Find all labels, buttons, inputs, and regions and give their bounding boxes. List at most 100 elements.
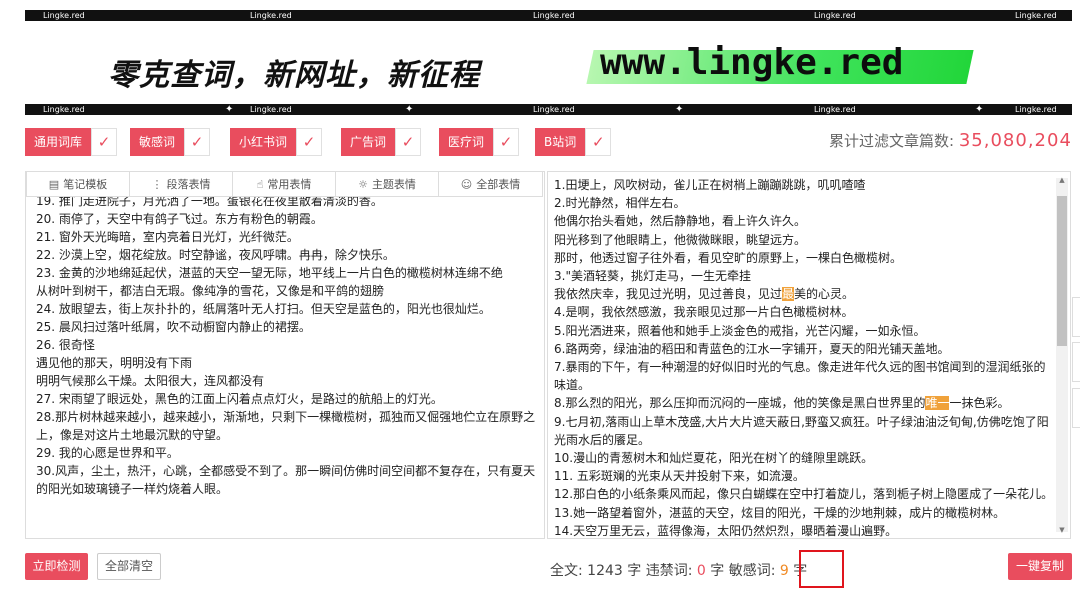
tag-label: B站词 [535, 128, 586, 156]
banner-url: www.lingke.red [586, 40, 974, 90]
banned-label: 违禁词: [645, 563, 693, 579]
side-tab[interactable] [1072, 297, 1080, 337]
plus-icon: ✦ [975, 104, 984, 115]
check-icon[interactable]: ✓ [91, 128, 118, 156]
unit-label: 字 [627, 563, 642, 579]
input-line: 22. 沙漠上空，烟花绽放。时空静谧，夜风呼啸。冉冉，除夕快乐。 [36, 248, 395, 262]
palette-icon: ☼ [358, 177, 368, 191]
note-template-button[interactable]: ▤ 笔记模板 [26, 172, 130, 197]
tag-xiaohongshu[interactable]: 小红书词 ✓ [230, 128, 323, 156]
result-line-text: 11. 五彩斑斓的光束从天井投射下来，如流漫。 [554, 469, 805, 484]
tag-label: 敏感词 [130, 128, 185, 156]
word-stats: 全文: 1243 字 违禁词: 0 字 敏感词: 9 字 [550, 560, 807, 580]
result-line: 1.田埂上，风吹树动，雀儿正在树梢上蹦蹦跳跳，叽叽喳喳 [554, 176, 1054, 194]
result-line-text: 4.是啊，我依然感激，我亲眼见过那一片白色橄榄树林。 [554, 305, 854, 320]
scrollbar-thumb[interactable] [1057, 196, 1067, 346]
check-icon[interactable]: ✓ [585, 128, 612, 156]
tag-general[interactable]: 通用词库 ✓ [25, 128, 118, 156]
strip-label: Lingke.red [43, 105, 85, 114]
result-line: 10.漫山的青葱树木和灿烂夏花，阳光在树丫的缝隙里跳跃。 [554, 449, 1054, 467]
input-line: 明明气候那么干燥。太阳很大，连风都没有 [36, 374, 265, 388]
clear-all-button[interactable]: 全部清空 [97, 553, 161, 580]
result-line: 7.暴雨的下午，有一种潮湿的好似旧时光的气息。像走进年代久远的图书馆闻到的湿润纸… [554, 358, 1054, 394]
strip-label: Lingke.red [814, 11, 856, 20]
tag-ad[interactable]: 广告词 ✓ [341, 128, 422, 156]
banner-top-strip: Lingke.red Lingke.red Lingke.red Lingke.… [25, 10, 1072, 21]
tag-sensitive[interactable]: 敏感词 ✓ [130, 128, 211, 156]
check-icon[interactable]: ✓ [296, 128, 323, 156]
result-line-text: 那时，他透过窗子往外看，看见空旷的原野上，一棵白色橄榄树。 [554, 250, 903, 265]
notebook-icon: ▤ [48, 177, 60, 191]
input-textarea[interactable]: 19. 推门走进院子，月光洒了一地。蛋银花在夜里散着清淡的香。 20. 雨停了，天… [25, 171, 545, 539]
all-emoji-button[interactable]: ☺ 全部表情 [438, 172, 543, 197]
result-line: 14.天空万里无云，蓝得像海，太阳仍然炽烈，曝晒着漫山遍野。 [554, 522, 1054, 538]
result-line-text: 美的心灵。 [794, 287, 855, 302]
toolbar-label: 段落表情 [166, 178, 211, 191]
sensitive-word-highlight[interactable]: 唯一 [925, 396, 950, 411]
input-line: 23. 金黄的沙地绵延起伏，湛蓝的天空一望无际，地平线上一片白色的橄榄树林连绵不… [36, 266, 503, 280]
tag-medical[interactable]: 医疗词 ✓ [439, 128, 520, 156]
sensitive-word-highlight[interactable]: 最 [782, 287, 795, 302]
input-line: 26. 很奇怪 [36, 338, 95, 352]
result-text: 1.田埂上，风吹树动，雀儿正在树梢上蹦蹦跳跳，叽叽喳喳 2.时光静然，相伴左右。他… [554, 176, 1054, 538]
input-line: 29. 我的心愿是世界和平。 [36, 446, 179, 460]
check-icon[interactable]: ✓ [184, 128, 211, 156]
result-line: 6.路两旁，绿油油的稻田和青蓝色的江水一字铺开，夏天的阳光铺天盖地。 [554, 340, 1054, 358]
side-tab[interactable] [1072, 388, 1080, 428]
strip-label: Lingke.red [43, 11, 85, 20]
toolbar-label: 常用表情 [267, 178, 312, 191]
toolbar-label: 全部表情 [476, 178, 521, 191]
counter-value: 35,080,204 [958, 130, 1072, 151]
common-emoji-button[interactable]: ☝ 常用表情 [232, 172, 336, 197]
check-icon[interactable]: ✓ [395, 128, 422, 156]
result-line: 9.七月初,落雨山上草木茂盛,大片大片遮天蔽日,野蛮又疯狂。叶子绿油油泛旬甸,仿… [554, 413, 1054, 449]
result-line-text: 12.那白色的小纸条乘风而起，像只白蝴蝶在空中打着旋儿，落到栀子树上隐匿成了一朵… [554, 487, 1054, 502]
input-line: 24. 放眼望去，街上灰扑扑的，纸屑落叶无人打扫。但天空是蓝色的，阳光也很灿烂。 [36, 302, 491, 316]
result-line: 13.她一路望着窗外，湛蓝的天空，炫目的阳光，干燥的沙地荆棘，成片的橄榄树林。 [554, 504, 1054, 522]
result-line-text: 6.路两旁，绿油油的稻田和青蓝色的江水一字铺开，夏天的阳光铺天盖地。 [554, 341, 950, 356]
scrollbar[interactable] [1056, 178, 1068, 532]
result-line: 12.那白色的小纸条乘风而起，像只白蝴蝶在空中打着旋儿，落到栀子树上隐匿成了一朵… [554, 485, 1054, 503]
copy-all-button[interactable]: 一键复制 [1008, 553, 1072, 580]
theme-emoji-button[interactable]: ☼ 主题表情 [335, 172, 439, 197]
input-line: 28.那片树林越来越小，越来越小，渐渐地，只剩下一棵橄榄树，孤独而又倔强地伫立在… [36, 410, 536, 442]
result-line: 8.那么烈的阳光，那么压抑而沉闷的一座城，他的笑像是黑白世界里的唯一一抹色彩。 [554, 394, 1054, 412]
result-panel[interactable]: 1.田埂上，风吹树动，雀儿正在树梢上蹦蹦跳跳，叽叽喳喳 2.时光静然，相伴左右。他… [547, 171, 1071, 539]
check-icon[interactable]: ✓ [493, 128, 520, 156]
strip-label: Lingke.red [533, 11, 575, 20]
emoji-toolbar: ▤ 笔记模板 ⋮ 段落表情 ☝ 常用表情 ☼ 主题表情 ☺ 全部表情 [26, 172, 544, 197]
sensitive-count-callout [799, 550, 844, 588]
result-line-text: 阳光移到了他眼睛上，他微微眯眼，眺望远方。 [554, 232, 807, 247]
result-line-text: 我依然庆幸，我见过光明，见过善良，见过 [554, 287, 783, 302]
result-line: 3."美酒轻葵，挑灯走马，一生无牵挂 [554, 267, 1054, 285]
input-line: 遇见他的那天，明明没有下雨 [36, 356, 193, 370]
tag-label: 通用词库 [25, 128, 92, 156]
promo-banner[interactable]: Lingke.red Lingke.red Lingke.red Lingke.… [25, 10, 1072, 116]
strip-label: Lingke.red [1015, 11, 1057, 20]
scroll-up-icon[interactable]: ▲ [1058, 176, 1066, 184]
result-line-text: 8.那么烈的阳光，那么压抑而沉闷的一座城，他的笑像是黑白世界里的 [554, 396, 926, 411]
input-line: 27. 宋雨望了眼远处，黑色的江面上闪着点点灯火，是路过的航船上的灯光。 [36, 392, 443, 406]
result-line-text: 13.她一路望着窗外，湛蓝的天空，炫目的阳光，干燥的沙地荆棘，成片的橄榄树林。 [554, 505, 1006, 520]
strip-label: Lingke.red [250, 105, 292, 114]
result-line-text: 一抹色彩。 [949, 396, 1010, 411]
result-line: 阳光移到了他眼睛上，他微微眯眼，眺望远方。 [554, 231, 1054, 249]
banned-value: 0 [696, 563, 706, 579]
input-text[interactable]: 19. 推门走进院子，月光洒了一地。蛋银花在夜里散着清淡的香。 20. 雨停了，天… [36, 192, 538, 498]
detect-button[interactable]: 立即检测 [25, 553, 88, 580]
result-line: 我依然庆幸，我见过光明，见过善良，见过最美的心灵。 [554, 285, 1054, 303]
toolbar-label: 主题表情 [371, 178, 416, 191]
banner-bottom-strip: Lingke.red ✦ Lingke.red ✦ Lingke.red ✦ L… [25, 104, 1072, 115]
paragraph-emoji-button[interactable]: ⋮ 段落表情 [129, 172, 233, 197]
tag-label: 广告词 [341, 128, 396, 156]
result-line-text: 3."美酒轻葵，挑灯走马，一生无牵挂 [554, 269, 751, 284]
result-line-text: 10.漫山的青葱树木和灿烂夏花，阳光在树丫的缝隙里跳跃。 [554, 451, 874, 466]
scroll-down-icon[interactable]: ▼ [1058, 526, 1066, 534]
tag-bilibili[interactable]: B站词 ✓ [535, 128, 612, 156]
plus-icon: ✦ [405, 104, 414, 115]
strip-label: Lingke.red [1015, 105, 1057, 114]
hand-icon: ☝ [256, 177, 264, 191]
sensitive-value: 9 [779, 563, 789, 579]
side-tab[interactable] [1072, 342, 1080, 382]
result-line: 5.阳光洒进来，照着他和她手上淡金色的戒指，光芒闪耀，一如永恒。 [554, 322, 1054, 340]
